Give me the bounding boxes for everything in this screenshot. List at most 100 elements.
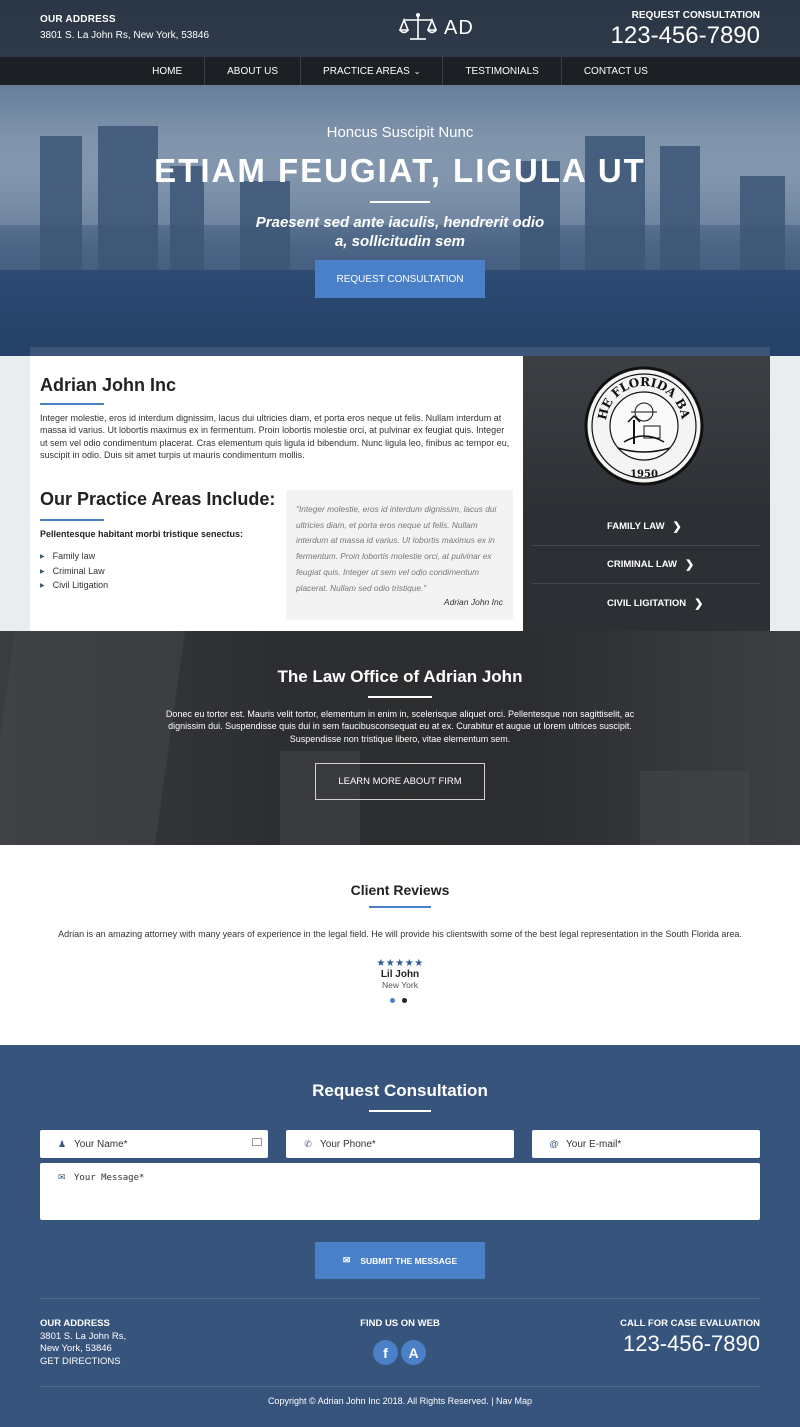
- submit-button[interactable]: ✉ SUBMIT THE MESSAGE: [315, 1242, 485, 1279]
- chevron-right-icon: ❯: [672, 521, 682, 533]
- envelope-icon: ✉: [342, 1255, 351, 1265]
- about-title: Adrian John Inc: [40, 375, 177, 395]
- copyright-divider: [40, 1386, 760, 1387]
- footer-phone[interactable]: 123-456-7890: [620, 1331, 760, 1357]
- carousel-dot[interactable]: [402, 998, 407, 1003]
- nav-about[interactable]: ABOUT US: [205, 57, 302, 85]
- header-address: OUR ADDRESS 3801 S. La John Rs, New York…: [40, 14, 209, 41]
- chat-icon: ✉: [58, 1172, 66, 1182]
- hero-subtitle: Honcus Suscipit Nunc: [326, 124, 474, 141]
- header-bar: OUR ADDRESS 3801 S. La John Rs, New York…: [0, 0, 800, 57]
- email-field[interactable]: @ Your E-mail*: [532, 1130, 760, 1158]
- background-building: [640, 771, 750, 845]
- side-link-label: CIVIL LIGITATION: [607, 597, 687, 609]
- header-consult: REQUEST CONSULTATION 123-456-7890: [611, 10, 760, 50]
- header-phone[interactable]: 123-456-7890: [611, 22, 760, 50]
- learn-more-button[interactable]: LEARN MORE ABOUT FIRM: [315, 763, 485, 800]
- practice-areas-divider: [40, 519, 104, 521]
- skyline-building: [740, 176, 785, 276]
- office-text: Donec eu tortor est. Mauris velit tortor…: [165, 709, 635, 744]
- about-card: Adrian John Inc Integer molestie, eros i…: [30, 356, 523, 631]
- phone-field[interactable]: ✆ Your Phone*: [286, 1130, 514, 1158]
- phone-icon: ✆: [304, 1138, 312, 1149]
- nav-practice-areas[interactable]: PRACTICE AREAS ⌄: [301, 57, 444, 85]
- consultation-form-section: Request Consultation ♟ Your Name* ✆ Your…: [0, 1045, 800, 1427]
- at-icon: @: [549, 1139, 559, 1149]
- quote-text: "Integer molestie, eros id interdum dign…: [296, 504, 497, 593]
- side-menu: FAMILY LAW ❯ CRIMINAL LAW ❯ CIVIL LIGITATI…: [532, 508, 760, 622]
- name-field[interactable]: ♟ Your Name*: [40, 1130, 268, 1158]
- address-text: 3801 S. La John Rs, New York, 53846: [40, 30, 210, 41]
- office-divider: [368, 696, 432, 698]
- carousel-dot[interactable]: [390, 998, 395, 1003]
- footer-address-line: 3801 S. La John Rs,: [40, 1330, 127, 1342]
- reviews-divider: [369, 906, 431, 908]
- about-top-border: [30, 347, 770, 356]
- side-link-criminal-law[interactable]: CRIMINAL LAW ❯: [532, 546, 760, 584]
- main-nav: HOME ABOUT US PRACTICE AREAS ⌄ TESTIMONIA…: [0, 57, 800, 85]
- office-title: The Law Office of Adrian John: [277, 667, 523, 686]
- nav-label: CONTACT US: [583, 65, 648, 77]
- nav-label: PRACTICE AREAS: [323, 65, 410, 77]
- nav-label: HOME: [152, 65, 183, 77]
- name-placeholder: Your Name*: [74, 1138, 128, 1150]
- quote-author: Adrian John Inc: [443, 597, 503, 608]
- practice-areas-list: Family law Criminal Law Civil Litigation: [40, 550, 109, 594]
- footer-address-line: New York, 53846: [40, 1343, 112, 1354]
- seal-year: 1950: [630, 469, 658, 480]
- request-consultation-button[interactable]: REQUEST CONSULTATION: [315, 260, 485, 298]
- law-office-section: The Law Office of Adrian John Donec eu t…: [0, 631, 800, 845]
- practice-side-panel: THE FLORIDA BAR 1950 FAMILY LAW ❯ CRIMINA…: [523, 356, 770, 631]
- hero-tagline: Praesent sed ante iaculis, hendrerit odi…: [255, 214, 545, 250]
- nav-home[interactable]: HOME: [130, 57, 206, 85]
- florida-bar-seal: THE FLORIDA BAR 1950: [584, 364, 704, 486]
- side-link-label: FAMILY LAW: [607, 521, 665, 532]
- nav-testimonials[interactable]: TESTIMONIALS: [443, 57, 562, 85]
- scales-icon: [398, 13, 438, 40]
- phone-placeholder: Your Phone*: [320, 1138, 376, 1150]
- contact-card-icon: [252, 1138, 262, 1146]
- get-directions-link[interactable]: GET DIRECTIONS: [40, 1356, 126, 1369]
- chevron-right-icon: ❯: [685, 559, 695, 571]
- form-divider: [369, 1110, 431, 1112]
- testimonial-quote: "Integer molestie, eros id interdum dign…: [286, 490, 513, 620]
- logo-text: AD: [444, 16, 474, 39]
- facebook-icon[interactable]: f: [373, 1340, 398, 1365]
- avvo-icon[interactable]: A: [401, 1340, 426, 1365]
- address-title: OUR ADDRESS: [40, 14, 116, 25]
- carousel-dots: [390, 998, 414, 1003]
- form-title: Request Consultation: [312, 1081, 488, 1100]
- side-link-label: CRIMINAL LAW: [607, 559, 678, 570]
- seal-background: THE FLORIDA BAR 1950: [523, 356, 770, 508]
- hero-title: ETIAM FEUGIAT, LIGULA UT: [154, 152, 646, 189]
- message-field[interactable]: ✉ Your Message*: [40, 1163, 760, 1220]
- nav-contact[interactable]: CONTACT US: [562, 57, 670, 85]
- reviews-title: Client Reviews: [350, 882, 450, 898]
- side-link-civil-litigation[interactable]: CIVIL LIGITATION ❯: [532, 584, 760, 622]
- copyright: Copyright © Adrian John Inc 2018. All Ri…: [267, 1396, 533, 1406]
- practice-areas-title: Our Practice Areas Include:: [40, 489, 276, 509]
- submit-label: SUBMIT THE MESSAGE: [360, 1255, 458, 1266]
- consult-title[interactable]: REQUEST CONSULTATION: [611, 10, 760, 21]
- side-link-family-law[interactable]: FAMILY LAW ❯: [532, 508, 760, 546]
- logo[interactable]: AD: [398, 12, 474, 44]
- chevron-down-icon: ⌄: [413, 66, 421, 76]
- star-rating: ★★★★★: [376, 958, 424, 969]
- about-divider: [40, 403, 104, 405]
- user-icon: ♟: [57, 1138, 67, 1149]
- practice-areas-subtitle: Pellentesque habitant morbi tristique se…: [40, 529, 244, 539]
- nav-label: TESTIMONIALS: [465, 65, 539, 77]
- email-placeholder: Your E-mail*: [566, 1138, 622, 1150]
- list-item: Civil Litigation: [40, 579, 109, 594]
- about-text: Integer molestie, eros id interdum digni…: [40, 413, 510, 460]
- footer-call: CALL FOR CASE EVALUATION 123-456-7890: [620, 1318, 760, 1357]
- background-building: [0, 631, 186, 845]
- social-links: f A: [373, 1340, 429, 1365]
- reviewer-location: New York: [382, 980, 418, 990]
- chevron-right-icon: ❯: [694, 597, 704, 610]
- nav-label: ABOUT US: [227, 65, 279, 77]
- review-text: Adrian is an amazing attorney with many …: [58, 929, 742, 939]
- list-item: Family law: [40, 550, 108, 565]
- message-placeholder: Your Message*: [74, 1173, 145, 1183]
- skyline-building: [98, 126, 158, 276]
